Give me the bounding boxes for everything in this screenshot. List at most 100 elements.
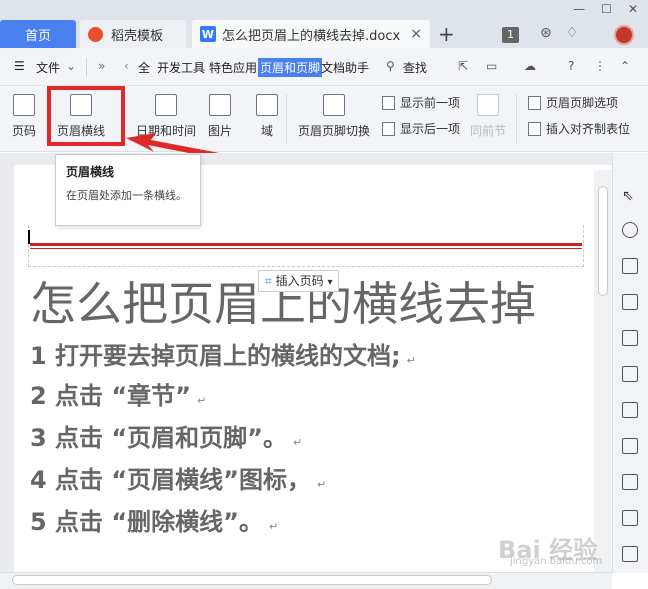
picture-icon: [209, 94, 231, 116]
style-icon[interactable]: [622, 258, 638, 274]
tab-close-icon[interactable]: ×: [410, 26, 422, 42]
step-4: 4 点击 “页眉横线”图标， ↵: [30, 460, 326, 495]
menu-item-header-footer[interactable]: 页眉和页脚: [258, 58, 323, 77]
chevron-left-icon[interactable]: ‹: [124, 59, 129, 73]
search-icon[interactable]: ⚲: [386, 59, 395, 73]
tooltip: 页眉横线 在页眉处添加一条横线。: [55, 154, 201, 226]
step-2: 2 点击 “章节” ↵: [30, 376, 206, 411]
chevron-down-icon: ▾: [327, 277, 333, 288]
table-icon[interactable]: [622, 294, 638, 310]
more-options-icon[interactable]: ⋮: [594, 59, 606, 73]
left-margin: [0, 153, 14, 573]
help-icon[interactable]: ?: [568, 59, 574, 73]
menu-bar: ☰ 文件 ⌄ » ‹ 全 开发工具 特色应用 页眉和页脚 文档助手 ⚲ 查找 ⇱…: [0, 48, 648, 86]
menu-item-features[interactable]: 特色应用: [209, 59, 257, 76]
vertical-scroll-thumb[interactable]: [598, 186, 608, 296]
paragraph-mark-icon: ↵: [196, 394, 207, 407]
page-number-label: 页码: [12, 124, 37, 138]
menu-item-developer[interactable]: 开发工具: [157, 59, 205, 76]
insert-alignment-tab-button[interactable]: 插入对齐制表位: [528, 120, 630, 137]
menu-item-doc-assistant[interactable]: 文档助手: [321, 59, 369, 76]
cloud-icon[interactable]: ☁: [524, 59, 536, 73]
insert-page-number-button[interactable]: ⌗ 插入页码 ▾: [258, 270, 340, 292]
print-icon[interactable]: ▭: [486, 59, 497, 73]
image-gallery-icon[interactable]: [622, 402, 638, 418]
daoke-logo-icon: [88, 26, 103, 42]
window-controls: — ☐ ✕: [573, 2, 638, 16]
paragraph-mark-icon: ↵: [292, 436, 303, 449]
tooltip-title: 页眉横线: [66, 165, 115, 179]
menu-search[interactable]: 查找: [403, 59, 427, 76]
page-number-icon: [13, 94, 35, 116]
show-next-label: 显示后一项: [400, 122, 461, 136]
word-doc-icon: W: [200, 26, 216, 42]
ribbon-divider: [516, 94, 517, 144]
tooltip-description: 在页眉处添加一条横线。: [66, 189, 187, 202]
highlight-box: [47, 86, 125, 146]
settings-sliders-icon[interactable]: [622, 366, 638, 382]
show-previous-label: 显示前一项: [400, 96, 461, 110]
tab-home-label: 首页: [24, 28, 51, 44]
cursor-select-icon[interactable]: ⇖: [622, 188, 638, 204]
step-5: 5 点击 “删除横线”。 ↵: [30, 502, 278, 537]
share-icon[interactable]: ⇱: [458, 59, 468, 73]
text-cursor: [28, 230, 30, 244]
maximize-button[interactable]: ☐: [601, 2, 612, 16]
next-icon: [382, 121, 395, 136]
same-as-previous-label: 同前节: [470, 124, 507, 138]
insert-page-number-label: 插入页码: [275, 274, 324, 288]
shape-icon[interactable]: [622, 222, 638, 238]
step-1: 1 打开要去掉页眉上的横线的文档; ↵: [30, 336, 416, 371]
tab-template-label: 稻壳模板: [111, 28, 164, 44]
step-1-text: 1 打开要去掉页眉上的横线的文档;: [30, 342, 401, 370]
tab-document[interactable]: W 怎么把页眉上的横线去掉.docx ×: [192, 20, 430, 48]
share-out-icon[interactable]: [622, 438, 638, 454]
tab-home[interactable]: 首页: [0, 20, 76, 48]
tab-stop-icon: [528, 121, 541, 136]
paragraph-mark-icon: ↵: [316, 478, 327, 491]
switch-icon: [323, 94, 345, 116]
previous-icon: [382, 95, 395, 110]
title-icons: ⊛ ♢: [540, 25, 578, 41]
same-as-previous-button[interactable]: 同前节: [470, 94, 506, 139]
paragraph-mark-icon: ↵: [406, 354, 416, 367]
close-window-button[interactable]: ✕: [628, 2, 638, 16]
page-icon: ⌗: [265, 274, 272, 288]
paragraph-mark-icon: ↵: [268, 520, 279, 533]
collapse-ribbon-icon[interactable]: ⌃: [620, 59, 630, 73]
show-previous-button[interactable]: 显示前一项: [382, 94, 460, 111]
field-icon: [256, 94, 278, 116]
new-tab-button[interactable]: +: [438, 22, 455, 46]
minimize-button[interactable]: —: [573, 2, 585, 16]
page-number-button[interactable]: 页码: [12, 94, 36, 139]
menu-item-all[interactable]: 全: [138, 59, 150, 76]
window-count-badge[interactable]: 1: [502, 27, 519, 43]
sync-icon[interactable]: ⊛: [540, 25, 552, 41]
hamburger-icon[interactable]: ☰: [14, 59, 25, 73]
step-3-text: 3 点击 “页眉和页脚”。: [30, 424, 287, 452]
calendar-icon: [155, 94, 177, 116]
menu-more[interactable]: »: [98, 59, 105, 73]
tab-document-label: 怎么把页眉上的横线去掉.docx: [222, 28, 401, 44]
menu-divider: [86, 58, 87, 76]
step-5-text: 5 点击 “删除横线”。: [30, 508, 263, 536]
menu-file[interactable]: 文件: [36, 59, 60, 76]
avatar[interactable]: [614, 25, 634, 45]
step-3: 3 点击 “页眉和页脚”。 ↵: [30, 418, 302, 453]
translate-icon[interactable]: [622, 474, 638, 490]
link-icon: [477, 94, 499, 116]
step-2-text: 2 点击 “章节”: [30, 382, 191, 410]
archive-icon[interactable]: [622, 510, 638, 526]
picture-panel-icon[interactable]: [622, 546, 638, 562]
horizontal-scroll-thumb[interactable]: [12, 575, 492, 585]
header-footer-options-button[interactable]: 页眉页脚选项: [528, 94, 618, 111]
options-icon: [528, 95, 541, 110]
step-4-text: 4 点击 “页眉横线”图标，: [30, 466, 311, 494]
show-next-button[interactable]: 显示后一项: [382, 120, 460, 137]
insert-alignment-tab-label: 插入对齐制表位: [546, 122, 631, 136]
apps-grid-icon[interactable]: [622, 330, 638, 346]
chevron-down-icon[interactable]: ⌄: [66, 59, 76, 73]
skin-icon[interactable]: ♢: [566, 25, 579, 41]
tab-template[interactable]: 稻壳模板: [80, 20, 186, 48]
header-horizontal-line[interactable]: [30, 243, 582, 249]
